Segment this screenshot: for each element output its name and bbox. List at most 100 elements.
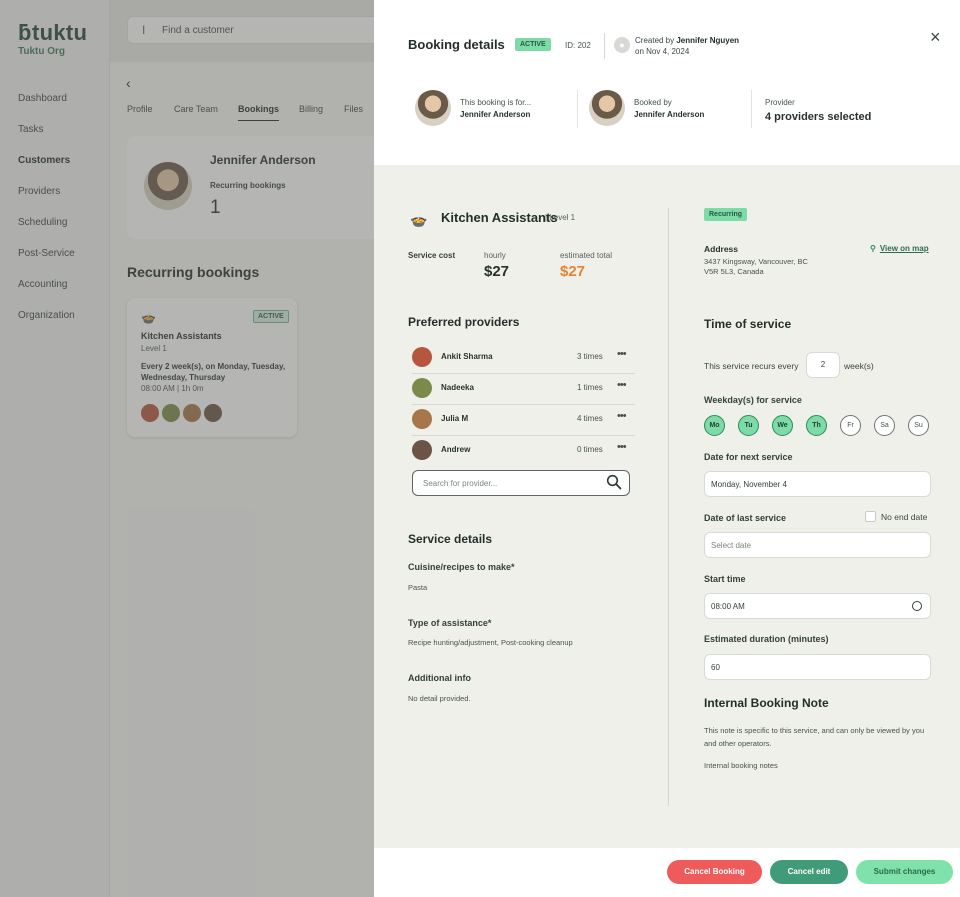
column-divider bbox=[668, 208, 669, 806]
booked-by-label: Booked by bbox=[634, 98, 672, 107]
no-end-date-label: No end date bbox=[881, 512, 928, 522]
drawer-footer: Cancel Booking Cancel edit Submit change… bbox=[374, 848, 960, 897]
provider-search-input[interactable]: Search for provider... bbox=[412, 470, 630, 496]
recurs-interval-input[interactable]: 2 bbox=[806, 352, 840, 378]
recurs-unit: week(s) bbox=[844, 361, 874, 371]
more-options-icon[interactable]: ••• bbox=[617, 348, 627, 360]
view-on-map-label: View on map bbox=[879, 244, 929, 253]
service-details-title: Service details bbox=[408, 532, 493, 546]
internal-note-input[interactable]: Internal booking notes bbox=[704, 761, 778, 770]
search-icon[interactable] bbox=[606, 474, 622, 490]
provider-times: 3 times bbox=[577, 352, 603, 361]
last-service-date-input[interactable]: Select date bbox=[704, 532, 931, 558]
list-item: Andrew 0 times ••• bbox=[412, 436, 635, 467]
additional-info-value: No detail provided. bbox=[408, 694, 471, 703]
address-value: 3437 Kingsway, Vancouver, BC V5R 5L3, Ca… bbox=[704, 257, 808, 277]
booking-details-drawer: Booking details ACTIVE ID: 202 ● Created… bbox=[374, 0, 960, 897]
service-title: Kitchen Assistants bbox=[441, 210, 558, 225]
additional-info-label: Additional info bbox=[408, 673, 471, 683]
estimated-total-value: $27 bbox=[560, 263, 586, 280]
list-item: Ankit Sharma 3 times ••• bbox=[412, 343, 635, 374]
duration-label: Estimated duration (minutes) bbox=[704, 634, 829, 644]
avatar bbox=[589, 90, 625, 126]
weekday-sa[interactable]: Sa bbox=[874, 415, 895, 436]
provider-times: 4 times bbox=[577, 414, 603, 423]
internal-note-title: Internal Booking Note bbox=[704, 696, 829, 710]
drawer-body: 🍲 Kitchen Assistants | Level 1 Service c… bbox=[374, 165, 960, 848]
weekday-mo[interactable]: Mo bbox=[704, 415, 725, 436]
booking-for-name: Jennifer Anderson bbox=[460, 110, 531, 119]
divider bbox=[577, 90, 578, 128]
preferred-providers-title: Preferred providers bbox=[408, 315, 520, 329]
internal-note-description: This note is specific to this service, a… bbox=[704, 726, 925, 748]
assistance-value: Recipe hunting/adjustment, Post-cooking … bbox=[408, 638, 573, 647]
booking-for-label: This booking is for... bbox=[460, 98, 532, 107]
last-service-label: Date of last service bbox=[704, 513, 787, 523]
hourly-label: hourly bbox=[484, 251, 506, 260]
weekday-we[interactable]: We bbox=[772, 415, 793, 436]
status-badge: ACTIVE bbox=[515, 38, 551, 51]
next-service-label: Date for next service bbox=[704, 452, 793, 462]
divider bbox=[751, 90, 752, 128]
weekday-label: Weekday(s) for service bbox=[704, 395, 802, 405]
clock-icon[interactable] bbox=[912, 601, 922, 611]
user-icon: ● bbox=[614, 37, 630, 53]
duration-input[interactable]: 60 bbox=[704, 654, 931, 680]
address-label: Address bbox=[704, 244, 739, 254]
cancel-booking-button[interactable]: Cancel Booking bbox=[667, 860, 762, 884]
booked-by-name: Jennifer Anderson bbox=[634, 110, 705, 119]
cancel-edit-button[interactable]: Cancel edit bbox=[770, 860, 848, 884]
weekday-su[interactable]: Su bbox=[908, 415, 929, 436]
booking-id: ID: 202 bbox=[565, 41, 591, 50]
created-on: on Nov 4, 2024 bbox=[635, 47, 690, 56]
provider-times: 0 times bbox=[577, 445, 603, 454]
start-time-value: 08:00 AM bbox=[711, 602, 745, 611]
map-pin-icon: ⚲ bbox=[870, 244, 876, 253]
address-line-2: V5R 5L3, Canada bbox=[704, 267, 764, 276]
list-item: Nadeeka 1 times ••• bbox=[412, 374, 635, 405]
weekday-th[interactable]: Th bbox=[806, 415, 827, 436]
avatar bbox=[412, 347, 432, 367]
next-service-date-input[interactable]: Monday, November 4 bbox=[704, 471, 931, 497]
address-line-1: 3437 Kingsway, Vancouver, BC bbox=[704, 257, 808, 266]
close-icon[interactable]: × bbox=[930, 27, 941, 48]
divider bbox=[604, 33, 605, 59]
kitchen-pot-icon: 🍲 bbox=[410, 212, 428, 228]
provider-search-placeholder: Search for provider... bbox=[423, 479, 498, 488]
recurring-badge: Recurring bbox=[704, 208, 748, 221]
provider-value[interactable]: 4 providers selected bbox=[765, 111, 871, 123]
provider-times: 1 times bbox=[577, 383, 603, 392]
avatar bbox=[412, 409, 432, 429]
list-item: Julia M 4 times ••• bbox=[412, 405, 635, 436]
provider-name: Nadeeka bbox=[441, 383, 474, 392]
provider-name: Ankit Sharma bbox=[441, 352, 493, 361]
service-level: | Level 1 bbox=[545, 213, 576, 222]
assistance-label: Type of assistance* bbox=[408, 618, 492, 628]
weekday-tu[interactable]: Tu bbox=[738, 415, 759, 436]
avatar bbox=[412, 440, 432, 460]
provider-name: Andrew bbox=[441, 445, 471, 454]
weekday-fr[interactable]: Fr bbox=[840, 415, 861, 436]
avatar bbox=[412, 378, 432, 398]
estimated-total-label: estimated total bbox=[560, 251, 613, 260]
drawer-header: Booking details ACTIVE ID: 202 ● Created… bbox=[374, 0, 960, 165]
no-end-date-checkbox[interactable] bbox=[865, 511, 876, 522]
more-options-icon[interactable]: ••• bbox=[617, 410, 627, 422]
cuisine-label: Cuisine/recipes to make* bbox=[408, 562, 515, 572]
view-on-map-link[interactable]: ⚲ View on map bbox=[870, 244, 929, 253]
created-by-prefix: Created by bbox=[635, 36, 677, 45]
more-options-icon[interactable]: ••• bbox=[617, 379, 627, 391]
start-time-input[interactable]: 08:00 AM bbox=[704, 593, 931, 619]
provider-name: Julia M bbox=[441, 414, 469, 423]
modal-overlay[interactable] bbox=[0, 0, 374, 897]
more-options-icon[interactable]: ••• bbox=[617, 441, 627, 453]
drawer-title: Booking details bbox=[408, 37, 505, 52]
recurs-label: This service recurs every bbox=[704, 361, 799, 371]
cuisine-value: Pasta bbox=[408, 583, 428, 592]
start-time-label: Start time bbox=[704, 574, 746, 584]
created-by: Created by Jennifer Nguyen on Nov 4, 202… bbox=[635, 35, 739, 57]
service-cost-label: Service cost bbox=[408, 251, 456, 260]
created-by-name: Jennifer Nguyen bbox=[676, 36, 740, 45]
hourly-value: $27 bbox=[484, 263, 510, 280]
submit-changes-button[interactable]: Submit changes bbox=[856, 860, 953, 884]
